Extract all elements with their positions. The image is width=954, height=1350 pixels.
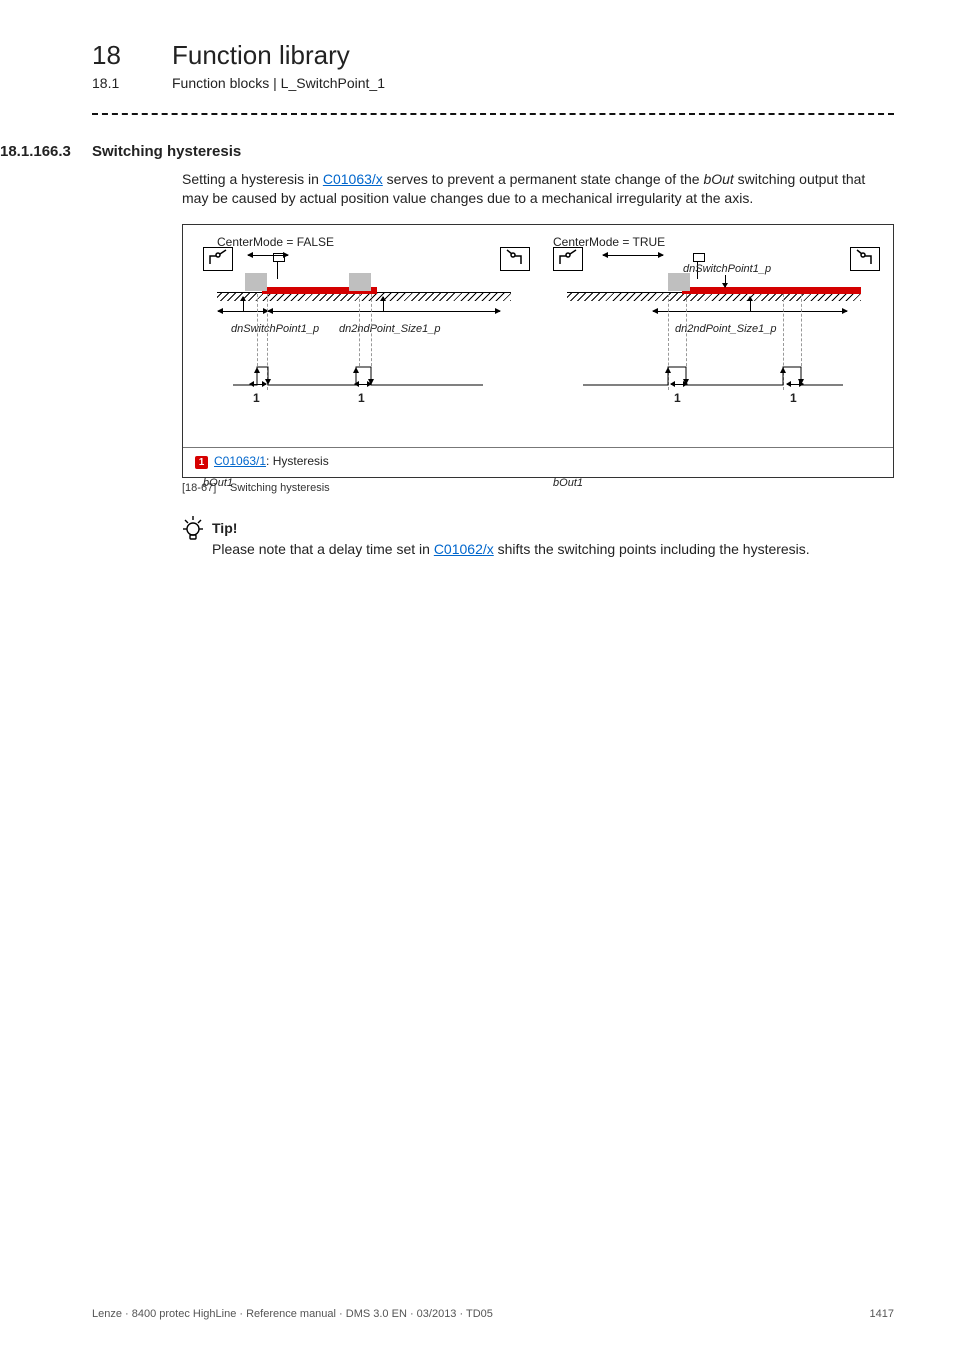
label-switchpoint1: dnSwitchPoint1_p bbox=[683, 263, 771, 275]
hysteresis-marker: 1 bbox=[790, 391, 797, 405]
label-2ndpoint: dn2ndPoint_Size1_p bbox=[675, 323, 777, 335]
caption-text: : Hysteresis bbox=[266, 454, 329, 468]
tip-block: Tip! Please note that a delay time set i… bbox=[212, 520, 894, 559]
mode-label-left: CenterMode = FALSE bbox=[217, 235, 334, 249]
lightbulb-icon bbox=[180, 514, 206, 551]
chapter-number: 18 bbox=[92, 40, 172, 71]
label-bout: bOut1 bbox=[203, 477, 233, 489]
pulse-diagram: bOut1 bbox=[583, 365, 843, 389]
hysteresis-marker: 1 bbox=[253, 391, 260, 405]
subsection-number: 18.1.166.3 bbox=[0, 143, 92, 160]
section-number: 18.1 bbox=[92, 75, 172, 91]
hysteresis-marker: 1 bbox=[358, 391, 365, 405]
label-bout: bOut1 bbox=[553, 477, 583, 489]
subsection-title: Switching hysteresis bbox=[92, 143, 241, 160]
caption-number-badge: 1 bbox=[195, 456, 208, 469]
text-run: Setting a hysteresis in bbox=[182, 171, 323, 187]
label-switchpoint1: dnSwitchPoint1_p bbox=[231, 323, 319, 335]
figure-caption: [18-67]Switching hysteresis bbox=[182, 482, 894, 494]
chapter-title: Function library bbox=[172, 40, 350, 70]
page-footer: Lenze · 8400 protec HighLine · Reference… bbox=[92, 1308, 894, 1320]
link-hysteresis-param[interactable]: C01063/x bbox=[323, 171, 383, 187]
tip-body: Please note that a delay time set in C01… bbox=[212, 540, 894, 559]
text-italic: bOut bbox=[703, 171, 733, 187]
limit-switch-icon bbox=[553, 247, 583, 271]
subsection-heading: 18.1.166.3Switching hysteresis bbox=[92, 143, 894, 160]
limit-switch-icon bbox=[203, 247, 233, 271]
figure-caption-text: Switching hysteresis bbox=[230, 482, 330, 494]
footer-left: Lenze · 8400 protec HighLine · Reference… bbox=[92, 1308, 493, 1320]
tip-title: Tip! bbox=[212, 520, 894, 536]
figure-inner-caption: 1 C01063/1: Hysteresis bbox=[183, 447, 893, 469]
link-caption-param[interactable]: C01063/1 bbox=[214, 454, 266, 468]
section-title: Function blocks | L_SwitchPoint_1 bbox=[172, 75, 385, 91]
figure: CenterMode = FALSE CenterMode = TRUE bbox=[182, 224, 894, 478]
limit-switch-icon bbox=[500, 247, 530, 271]
text-run: shifts the switching points including th… bbox=[494, 541, 810, 557]
section-heading: 18.1Function blocks | L_SwitchPoint_1 bbox=[92, 75, 894, 91]
separator bbox=[92, 113, 894, 115]
paragraph: Setting a hysteresis in C01063/x serves … bbox=[182, 170, 894, 208]
link-delay-param[interactable]: C01062/x bbox=[434, 541, 494, 557]
limit-switch-icon bbox=[850, 247, 880, 271]
hysteresis-marker: 1 bbox=[674, 391, 681, 405]
chapter-heading: 18Function library bbox=[92, 40, 894, 71]
page-number: 1417 bbox=[870, 1308, 894, 1320]
text-run: Please note that a delay time set in bbox=[212, 541, 434, 557]
text-run: serves to prevent a permanent state chan… bbox=[383, 171, 704, 187]
label-2ndpoint: dn2ndPoint_Size1_p bbox=[339, 323, 441, 335]
